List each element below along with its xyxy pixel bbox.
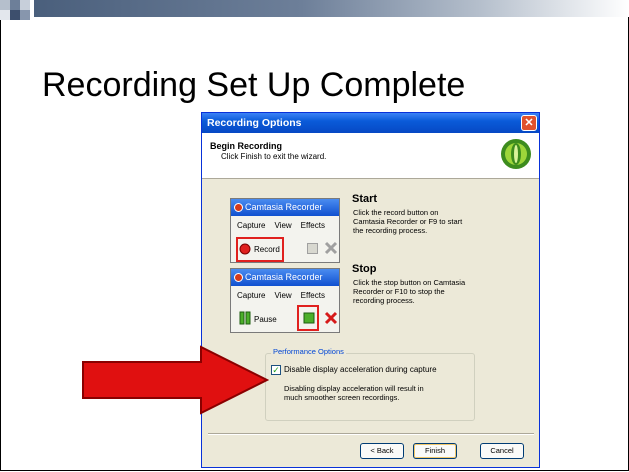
performance-options-legend: Performance Options — [271, 347, 346, 356]
disable-acceleration-checkbox[interactable]: ✓ — [271, 365, 281, 375]
menu-capture: Capture — [237, 291, 266, 300]
start-heading: Start — [352, 193, 378, 205]
recorder-titlebar: Camtasia Recorder — [231, 269, 339, 286]
finish-button[interactable]: Finish — [413, 443, 457, 459]
pause-icon — [239, 311, 251, 325]
menu-view: View — [274, 221, 292, 230]
stop-highlight-box — [297, 305, 319, 331]
menu-capture: Capture — [237, 221, 266, 230]
recorder-menu: Capture View Effects — [237, 221, 334, 230]
slide-title: Recording Set Up Complete — [42, 66, 466, 104]
wizard-header: Begin Recording Click Finish to exit the… — [202, 133, 539, 179]
recorder-stop-screenshot: Camtasia Recorder Capture View Effects Pau… — [230, 268, 340, 333]
dialog-titlebar: Recording Options ✕ — [202, 113, 539, 133]
menu-view: View — [274, 291, 292, 300]
camtasia-logo-icon — [501, 139, 531, 169]
recorder-title: Camtasia Recorder — [245, 272, 323, 282]
stop-icon-disabled — [307, 243, 318, 254]
wizard-step-title: Begin Recording — [210, 141, 283, 151]
menu-effects: Effects — [300, 221, 325, 230]
recorder-title: Camtasia Recorder — [245, 202, 323, 212]
delete-icon-disabled — [324, 241, 338, 255]
delete-icon — [324, 311, 338, 325]
red-arrow-icon — [82, 345, 269, 415]
acceleration-note: Disabling display acceleration will resu… — [284, 384, 424, 402]
footer-divider — [208, 433, 534, 435]
stop-heading: Stop — [352, 263, 377, 275]
camtasia-recorder-icon — [234, 203, 243, 212]
slide-header-bar — [34, 0, 629, 17]
back-button[interactable]: < Back — [360, 443, 404, 459]
recorder-titlebar: Camtasia Recorder — [231, 199, 339, 216]
recorder-menu: Capture View Effects — [237, 291, 334, 300]
camtasia-recorder-icon — [234, 273, 243, 282]
stop-description: Click the stop button on Camtasia Record… — [353, 278, 466, 305]
corner-decoration — [0, 0, 30, 20]
wizard-step-subtitle: Click Finish to exit the wizard. — [221, 152, 327, 161]
pause-label: Pause — [254, 315, 277, 324]
close-button[interactable]: ✕ — [521, 115, 537, 131]
menu-effects: Effects — [300, 291, 325, 300]
record-highlight-box — [236, 237, 284, 262]
cancel-button[interactable]: Cancel — [480, 443, 524, 459]
start-description: Click the record button on Camtasia Reco… — [353, 208, 463, 235]
disable-acceleration-label[interactable]: Disable display acceleration during capt… — [284, 365, 437, 374]
dialog-title: Recording Options — [207, 117, 302, 129]
